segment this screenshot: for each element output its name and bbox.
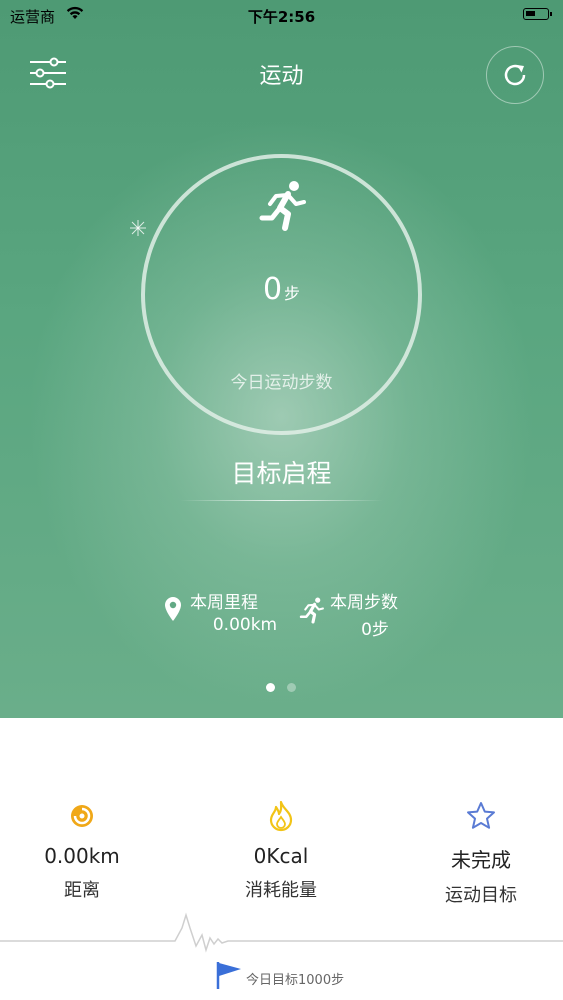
- refresh-icon: [504, 64, 526, 86]
- page-title: 运动: [259, 64, 304, 89]
- location-pin-icon: [165, 597, 181, 621]
- sparkle-icon: [130, 220, 146, 236]
- stat-distance: 0.00km 距离: [2, 800, 162, 902]
- weekly-mileage-label: 本周里程: [190, 593, 258, 613]
- heartbeat-line: [0, 912, 563, 953]
- step-count: 0: [262, 272, 283, 307]
- hero-panel: 运营商 下午2:56 运动 0 步 今日运动步数 目标启程 本周里程 0.00k…: [0, 0, 563, 718]
- clock: 下午2:56: [247, 8, 316, 26]
- refresh-button[interactable]: [486, 46, 544, 104]
- page-dot-2[interactable]: [287, 683, 296, 692]
- goal-title: 目标启程: [231, 459, 332, 488]
- weekly-mileage-value: 0.00km: [212, 615, 278, 635]
- battery-fill: [526, 11, 535, 16]
- page-indicator[interactable]: [266, 683, 306, 693]
- flag-icon: [216, 962, 241, 989]
- calories-value: 0Kcal: [253, 844, 309, 868]
- distance-label: 距离: [64, 880, 100, 901]
- daily-target-text: 今日目标1000步: [246, 973, 345, 988]
- stat-calories: 0Kcal 消耗能量: [201, 800, 361, 902]
- weekly-steps-value: 0步: [361, 620, 389, 640]
- step-count-label: 今日运动步数: [230, 373, 333, 393]
- battery-icon: [523, 8, 552, 20]
- step-unit: 步: [284, 284, 301, 303]
- status-bar: 运营商 下午2:56: [0, 0, 563, 30]
- page-dot-1[interactable]: [266, 683, 275, 692]
- running-small-icon: [299, 597, 324, 624]
- stats-row: 0.00km 距离 0Kcal 消耗能量 未完成 运动目标: [0, 800, 563, 920]
- distance-icon: [71, 805, 93, 827]
- star-icon: [467, 802, 495, 829]
- distance-value: 0.00km: [44, 844, 120, 868]
- calories-label: 消耗能量: [245, 880, 317, 901]
- goal-status-label: 运动目标: [445, 885, 517, 906]
- flame-icon: [269, 800, 293, 832]
- stat-goal: 未完成 运动目标: [401, 800, 561, 907]
- weekly-steps-label: 本周步数: [330, 593, 398, 613]
- running-icon: [259, 181, 306, 231]
- goal-divider: [180, 500, 383, 501]
- goal-status-value: 未完成: [451, 848, 511, 872]
- step-count-display: 0步: [0, 272, 563, 307]
